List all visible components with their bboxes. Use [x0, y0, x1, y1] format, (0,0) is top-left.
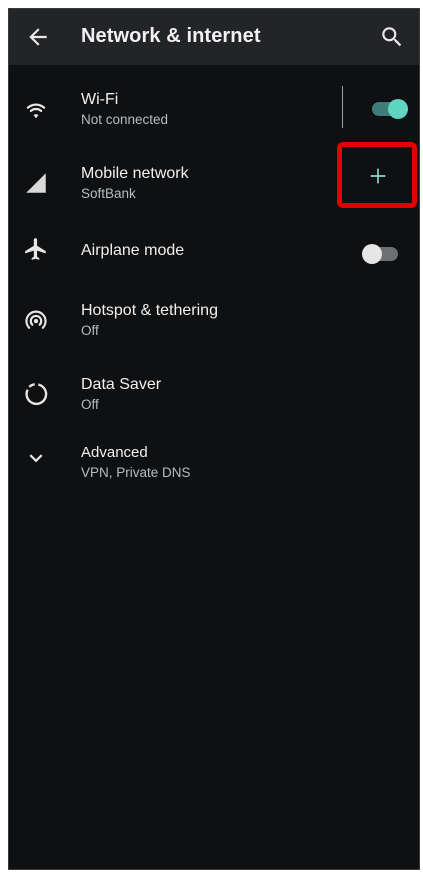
hotspot-status: Off — [81, 323, 99, 338]
airplane-mode-toggle[interactable] — [362, 244, 398, 264]
search-icon[interactable] — [379, 24, 405, 50]
data-saver-icon — [25, 383, 48, 406]
hotspot-icon — [25, 310, 47, 329]
divider — [342, 86, 343, 128]
chevron-down-icon — [29, 454, 43, 463]
add-mobile-network-button[interactable] — [337, 142, 417, 208]
hotspot-label: Hotspot & tethering — [81, 302, 218, 319]
data-saver-status: Off — [81, 397, 99, 412]
toggle-knob — [388, 99, 408, 119]
wifi-toggle[interactable] — [372, 99, 408, 119]
page-title: Network & internet — [81, 25, 261, 47]
wifi-icon — [26, 103, 46, 119]
advanced-summary: VPN, Private DNS — [81, 465, 191, 480]
wifi-status: Not connected — [81, 112, 169, 127]
advanced-row[interactable]: Advanced VPN, Private DNS — [9, 431, 419, 505]
mobile-network-label: Mobile network — [81, 165, 189, 182]
mobile-network-carrier: SoftBank — [81, 186, 136, 201]
wifi-row[interactable]: Wi-Fi Not connected — [9, 72, 419, 146]
airplane-icon — [25, 238, 46, 260]
signal-icon — [26, 173, 46, 193]
hotspot-row[interactable]: Hotspot & tethering Off — [9, 283, 419, 357]
data-saver-row[interactable]: Data Saver Off — [9, 357, 419, 431]
app-bar: Network & internet — [9, 9, 419, 65]
arrow-back-icon[interactable] — [25, 24, 51, 50]
settings-screen: Network & internet Wi-Fi Not connected M… — [8, 8, 420, 870]
toggle-knob — [362, 244, 382, 264]
plus-icon — [370, 168, 386, 184]
wifi-label: Wi-Fi — [81, 91, 119, 108]
advanced-label: Advanced — [81, 444, 148, 461]
airplane-mode-label: Airplane mode — [81, 242, 185, 259]
data-saver-label: Data Saver — [81, 376, 162, 393]
